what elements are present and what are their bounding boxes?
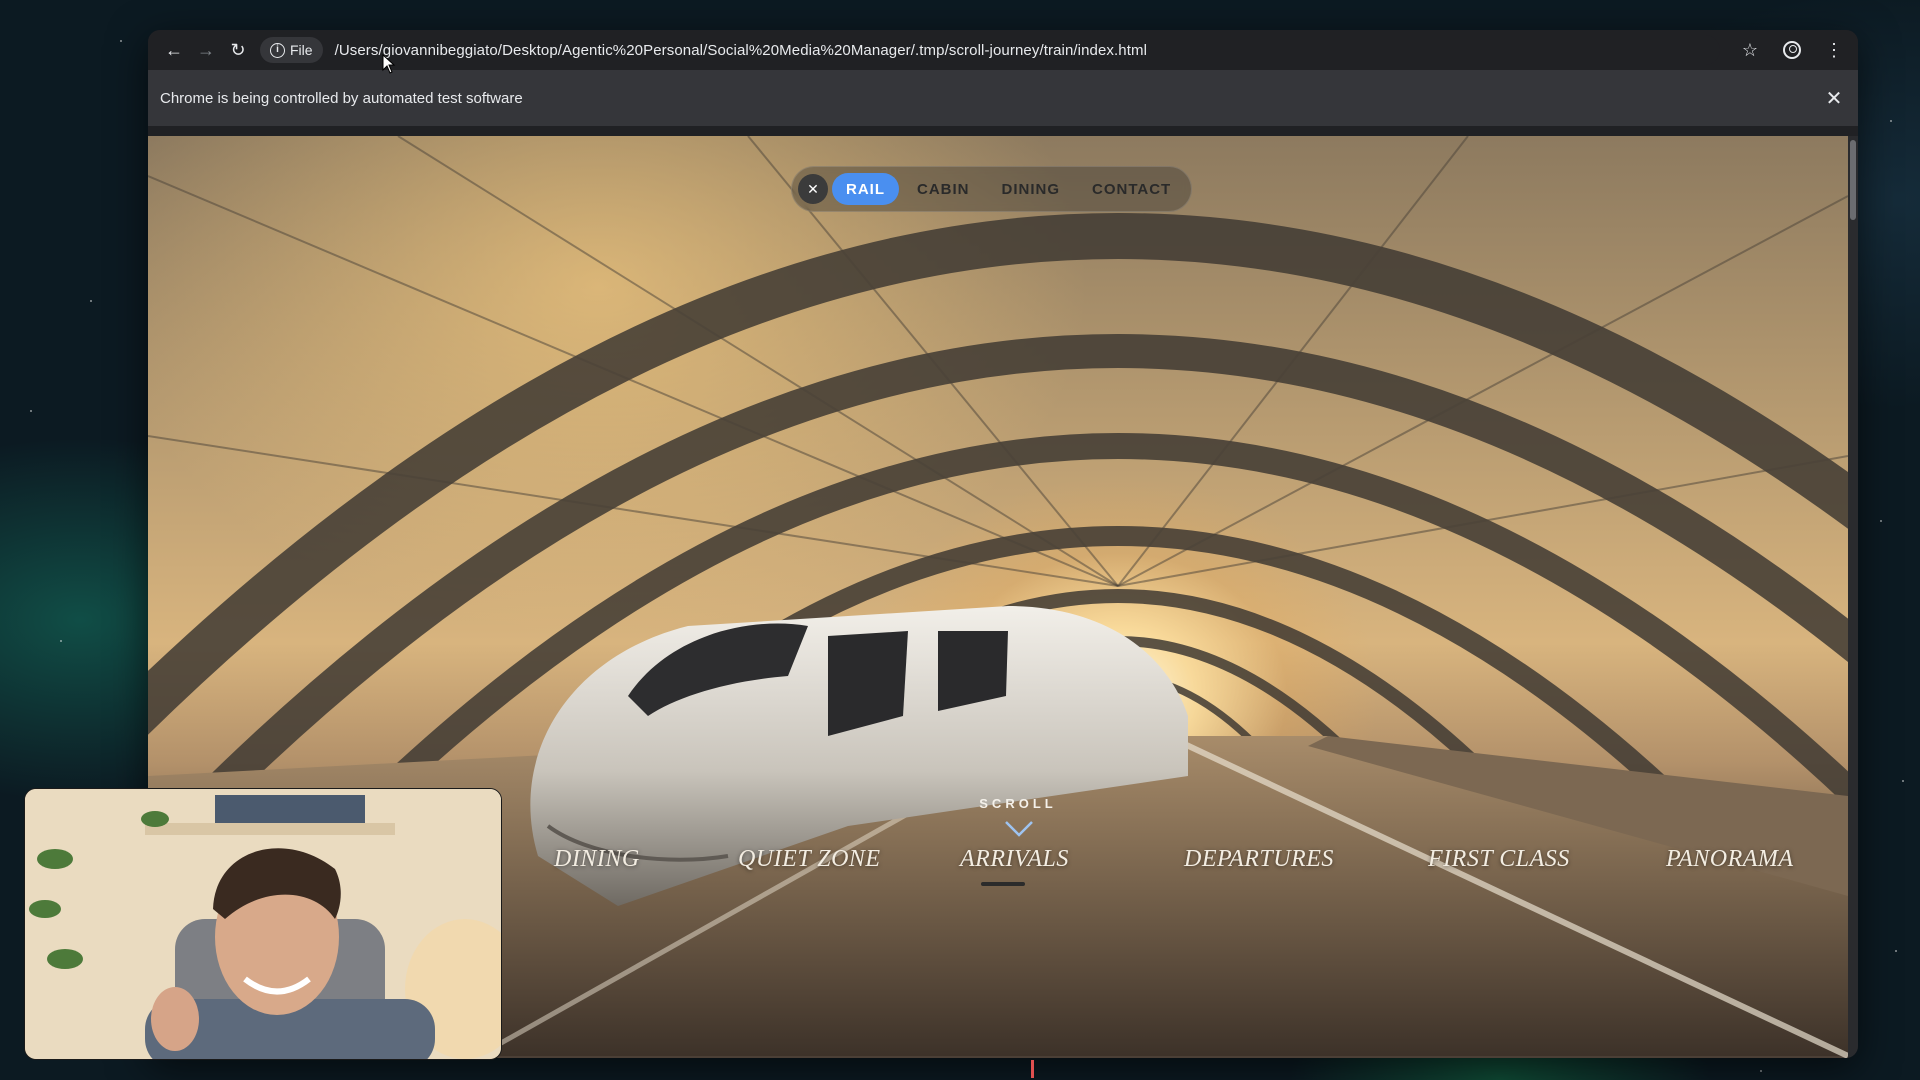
nav-item-cabin[interactable]: CABIN <box>903 173 984 205</box>
page-scrollbar[interactable] <box>1848 136 1858 1058</box>
address-bar[interactable]: i File /Users/giovannibeggiato/Desktop/A… <box>260 35 1720 65</box>
nav-item-dining[interactable]: DINING <box>988 173 1075 205</box>
site-info-chip[interactable]: i File <box>260 37 323 63</box>
nav-item-contact[interactable]: CONTACT <box>1078 173 1185 205</box>
forward-arrow-icon[interactable]: → <box>190 34 222 66</box>
close-icon[interactable]: ✕ <box>1822 86 1846 111</box>
nav-item-rail[interactable]: RAIL <box>832 173 899 205</box>
bottom-marker <box>1031 1060 1034 1078</box>
menu-item-panorama[interactable]: PANORAMA <box>1666 846 1794 873</box>
scroll-hint: SCROLL <box>979 796 1057 811</box>
menu-item-quiet-zone[interactable]: QUIET ZONE <box>738 846 881 873</box>
webcam-overlay <box>24 788 502 1060</box>
reload-icon[interactable]: ↻ <box>222 34 254 66</box>
menu-item-dining[interactable]: DINING <box>554 846 640 873</box>
bookmark-star-icon[interactable]: ☆ <box>1736 36 1764 64</box>
scrollbar-thumb[interactable] <box>1850 140 1856 220</box>
close-icon[interactable]: ✕ <box>798 174 828 204</box>
menu-item-first-class[interactable]: FIRST CLASS <box>1428 846 1570 873</box>
info-icon: i <box>270 42 285 58</box>
scheme-label: File <box>290 42 313 58</box>
url-text[interactable]: /Users/giovannibeggiato/Desktop/Agentic%… <box>335 42 1147 59</box>
automation-infobar: Chrome is being controlled by automated … <box>148 70 1858 126</box>
mouse-cursor-icon <box>382 54 396 74</box>
kebab-menu-icon[interactable]: ⋮ <box>1820 36 1848 64</box>
active-indicator <box>981 882 1025 886</box>
infobar-message: Chrome is being controlled by automated … <box>160 89 523 107</box>
back-arrow-icon[interactable]: ← <box>158 34 190 66</box>
profile-icon[interactable] <box>1778 36 1806 64</box>
top-nav: ✕ RAIL CABIN DINING CONTACT <box>791 166 1193 212</box>
menu-item-departures[interactable]: DEPARTURES <box>1184 846 1334 873</box>
browser-toolbar: ← → ↻ i File /Users/giovannibeggiato/Des… <box>148 30 1858 70</box>
menu-item-arrivals[interactable]: ARRIVALS <box>960 846 1069 873</box>
